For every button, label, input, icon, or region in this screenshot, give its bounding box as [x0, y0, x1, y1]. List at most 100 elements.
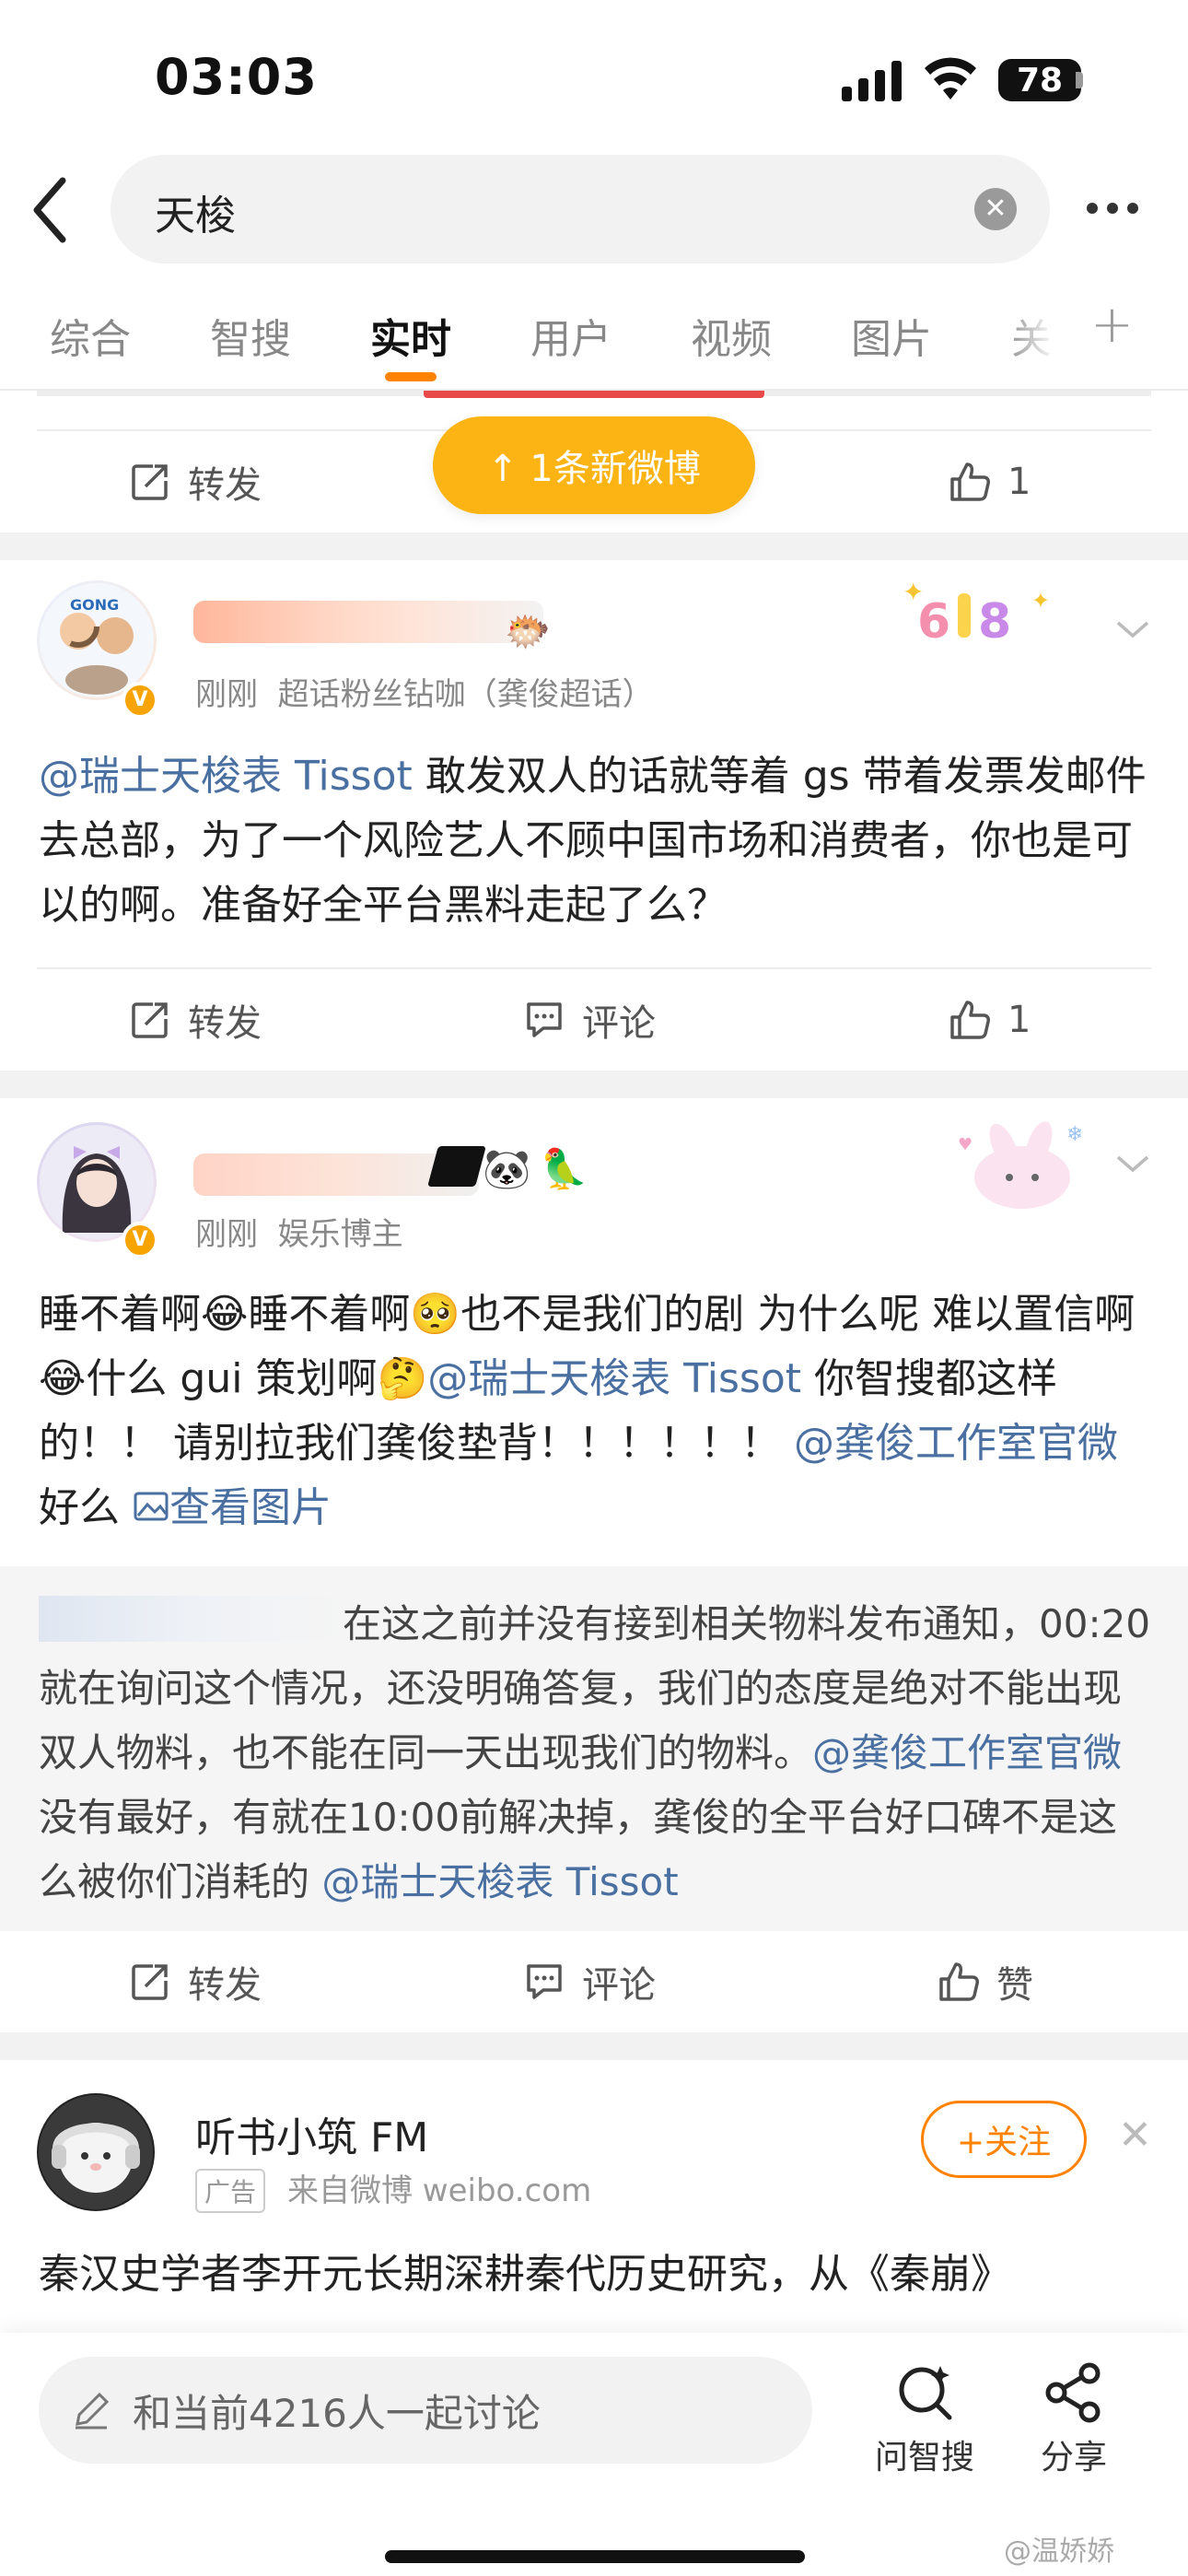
- mention-link[interactable]: @龚俊工作室官微: [794, 1420, 1118, 1467]
- tab-users[interactable]: 用户: [530, 306, 611, 365]
- repost-button[interactable]: 转发: [129, 1931, 262, 2032]
- new-post-pill[interactable]: ↑ 1条新微博: [433, 416, 755, 514]
- tab-realtime[interactable]: 实时: [370, 306, 451, 365]
- post-actions: 转发 评论 1: [0, 969, 1188, 1071]
- view-image-link[interactable]: 查看图片: [133, 1484, 332, 1531]
- like-button[interactable]: 赞: [938, 1931, 1033, 2032]
- tab-videos[interactable]: 视频: [691, 306, 772, 365]
- previous-post-image-edge: [424, 391, 764, 398]
- post-text: 好么: [39, 1484, 133, 1531]
- like-label: 赞: [996, 1964, 1033, 2007]
- wifi-icon: [925, 57, 976, 100]
- tab-smart-search[interactable]: 智搜: [210, 306, 291, 365]
- verified-badge-icon: V: [122, 1222, 158, 1259]
- like-button[interactable]: 1: [949, 969, 1031, 1071]
- crying-laughing-emoji: 😂: [39, 1355, 87, 1402]
- clear-icon[interactable]: ✕: [974, 188, 1017, 230]
- follow-button[interactable]: +关注: [921, 2101, 1087, 2178]
- back-arrow-icon[interactable]: [28, 173, 74, 247]
- image-icon: [134, 1492, 169, 1521]
- thumbs-up-icon: [950, 463, 990, 501]
- view-image-label: 查看图片: [169, 1484, 332, 1531]
- share-label: 分享: [1040, 2439, 1107, 2476]
- share-button[interactable]: 分享: [1009, 2360, 1138, 2478]
- repost-body: 在这之前并没有接到相关物料发布通知，00:20就在询问这个情况，还没明确答复，我…: [39, 1592, 1153, 1914]
- smart-search-button[interactable]: 问智搜: [860, 2360, 989, 2478]
- avatar[interactable]: [37, 2093, 155, 2211]
- post-text: 睡不着啊: [39, 1291, 201, 1338]
- search-query: 天梭: [155, 193, 236, 240]
- repost-button[interactable]: 转发: [129, 969, 262, 1071]
- avatar-illustration: [39, 2095, 153, 2209]
- verified-badge-icon: V: [122, 682, 158, 719]
- chevron-down-icon[interactable]: [1114, 1150, 1151, 1177]
- chevron-down-icon[interactable]: [1114, 615, 1151, 643]
- bunny-badge-icon: ❄ ♥: [958, 1121, 1083, 1209]
- mention-link[interactable]: @瑞士天梭表 Tissot: [39, 753, 413, 800]
- post-text: 也不是我们的剧 为什么呢 难以置信啊: [460, 1291, 1136, 1338]
- cellular-signal-icon: [842, 61, 902, 101]
- parrot-emoji: 🦜: [540, 1146, 588, 1191]
- search-input[interactable]: 天梭 ✕: [111, 155, 1050, 263]
- mention-link[interactable]: @龚俊工作室官微: [812, 1730, 1122, 1775]
- smart-search-label: 问智搜: [874, 2439, 974, 2476]
- comment-button[interactable]: 评论: [523, 1931, 656, 2032]
- ad-label: 广告: [195, 2169, 266, 2213]
- repost-icon: [132, 464, 168, 500]
- ad-source: 来自微博 weibo.com: [287, 2172, 592, 2209]
- svg-text:♥: ♥: [958, 1135, 973, 1154]
- comment-label: 评论: [582, 1964, 656, 2007]
- mention-link[interactable]: @瑞士天梭表 Tissot: [321, 1859, 678, 1904]
- post-actions: 转发 评论 赞: [0, 1931, 1188, 2032]
- svg-text:❄: ❄: [1066, 1123, 1083, 1146]
- share-icon: [1045, 2362, 1101, 2423]
- svg-text:✦: ✦: [1031, 588, 1050, 614]
- battery-tip: [1076, 72, 1083, 88]
- advertiser-name[interactable]: 听书小筑 FM: [195, 2104, 428, 2163]
- home-indicator[interactable]: [385, 2550, 805, 2563]
- discussion-input[interactable]: 和当前4216人一起讨论: [39, 2357, 812, 2464]
- post-source: 娱乐博主: [277, 1216, 403, 1253]
- puffer-fish-emoji: 🐡: [505, 611, 551, 653]
- repost-label: 转发: [188, 464, 262, 507]
- post-text: 什么 gui 策划啊: [86, 1355, 378, 1402]
- post-meta: 刚刚 娱乐博主: [195, 1209, 403, 1254]
- repost-quote[interactable]: 在这之前并没有接到相关物料发布通知，00:20就在询问这个情况，还没明确答复，我…: [0, 1566, 1188, 1931]
- username-obscured[interactable]: [193, 601, 543, 643]
- battery-indicator: 78: [998, 59, 1081, 101]
- pleading-emoji: 🥺: [410, 1291, 461, 1338]
- pencil-icon: [76, 2392, 110, 2430]
- post-text: 睡不着啊: [248, 1291, 411, 1338]
- watermark: @温娇娇: [1004, 2535, 1114, 2568]
- repost-label: 转发: [188, 1002, 262, 1045]
- feed-gap: [0, 533, 1188, 560]
- active-tab-indicator: [385, 372, 437, 381]
- repost-label: 转发: [188, 1964, 262, 2007]
- comment-label: 评论: [582, 1002, 656, 1045]
- mention-link[interactable]: @瑞士天梭表 Tissot: [427, 1355, 801, 1402]
- more-options-icon[interactable]: [1087, 190, 1151, 227]
- status-time: 03:03: [155, 48, 318, 106]
- feed-gap: [0, 1071, 1188, 1098]
- repost-button[interactable]: 转发: [129, 431, 262, 533]
- 618-badge-icon: ✦ ✦ 6 8: [903, 577, 1050, 650]
- status-bar: 03:03 78: [0, 0, 1188, 147]
- tab-bar: 综合 智搜 实时 用户 视频 图片 关 +: [0, 295, 1188, 387]
- svg-text:6: 6: [917, 594, 950, 650]
- post-time: 刚刚: [195, 676, 258, 713]
- add-tab-icon[interactable]: +: [1090, 295, 1134, 355]
- feed-gap: [0, 2032, 1188, 2060]
- like-button[interactable]: 1: [949, 431, 1031, 533]
- like-count: 1: [1007, 461, 1031, 503]
- panda-emoji: 🐼: [483, 1146, 531, 1191]
- post-body: 睡不着啊😂睡不着啊🥺也不是我们的剧 为什么呢 难以置信啊😂什么 gui 策划啊🤔…: [39, 1282, 1153, 1550]
- smart-search-icon: [899, 2366, 952, 2420]
- comment-button[interactable]: 评论: [523, 969, 656, 1071]
- tab-images[interactable]: 图片: [851, 306, 932, 365]
- post-meta: 刚刚 超话粉丝钻咖（龚俊超话）: [195, 669, 654, 714]
- close-icon[interactable]: ✕: [1118, 2112, 1152, 2159]
- ad-body: 秦汉史学者李开元长期深耕秦代历史研究，从《秦崩》: [39, 2251, 1011, 2298]
- crying-laughing-emoji: 😂: [201, 1291, 249, 1338]
- svg-text:8: 8: [978, 594, 1011, 650]
- tab-comprehensive[interactable]: 综合: [50, 306, 131, 365]
